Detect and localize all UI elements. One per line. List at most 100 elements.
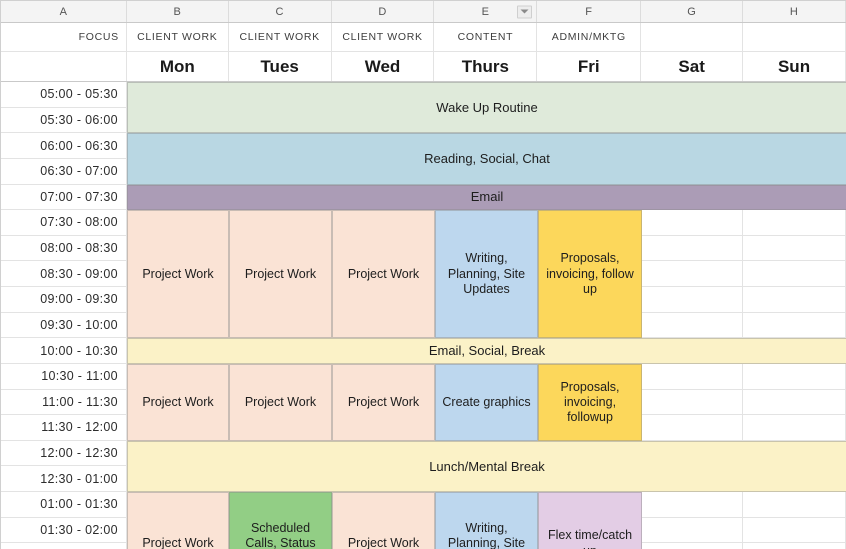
time-cell-a[interactable]: 01:30 - 02:00 [1, 517, 127, 543]
focus-cell-g[interactable] [641, 23, 744, 51]
time-cell-h[interactable] [743, 312, 846, 338]
schedule-block-email-social-break[interactable]: Email, Social, Break [127, 338, 846, 365]
day-cell-d[interactable]: Wed [332, 52, 435, 81]
column-header-e[interactable]: E [434, 1, 538, 22]
time-cell-text: 11:00 - 11:30 [42, 394, 118, 409]
time-cell-text: 07:00 - 07:30 [40, 189, 118, 204]
day-cell-c[interactable]: Tues [229, 52, 332, 81]
focus-cell-b[interactable]: CLIENT WORK [127, 23, 229, 51]
day-cell-g[interactable]: Sat [641, 52, 744, 81]
time-cell-g[interactable] [641, 492, 744, 517]
schedule-block-mon-project-am[interactable]: Project Work [127, 210, 229, 339]
schedule-block-fri-proposals-am[interactable]: Proposals, invoicing, follow up [538, 210, 642, 339]
day-cell-h[interactable]: Sun [743, 52, 846, 81]
focus-label-row: FOCUS CLIENT WORK CLIENT WORK CLIENT WORK CO… [1, 23, 846, 52]
time-cell-a[interactable]: 07:00 - 07:30 [1, 184, 127, 210]
schedule-block-label: Proposals, invoicing, follow up [546, 251, 634, 296]
time-cell-a[interactable]: 12:00 - 12:30 [1, 440, 127, 466]
schedule-block-thurs-writing-am[interactable]: Writing, Planning, Site Updates [435, 210, 538, 339]
schedule-block-wed-project-mid[interactable]: Project Work [332, 364, 435, 441]
time-cell-g[interactable] [641, 261, 744, 286]
schedule-block-label: Project Work [142, 535, 214, 549]
schedule-block-email[interactable]: Email [127, 184, 846, 211]
column-header-label: C [275, 5, 284, 18]
focus-cell-text: FOCUS [78, 31, 119, 43]
time-cell-h[interactable] [743, 235, 846, 261]
day-cell-text: Fri [577, 56, 600, 76]
time-cell-g[interactable] [641, 517, 744, 543]
time-cell-h[interactable] [743, 210, 846, 235]
time-cell-text: 08:30 - 09:00 [40, 266, 118, 281]
schedule-block-lunch-mental-break[interactable]: Lunch/Mental Break [127, 440, 846, 493]
focus-cell-a[interactable]: FOCUS [1, 23, 127, 51]
focus-cell-d[interactable]: CLIENT WORK [332, 23, 435, 51]
schedule-block-tues-scheduled-calls[interactable]: Scheduled Calls, Status Updates [229, 492, 332, 549]
time-cell-g[interactable] [641, 415, 744, 440]
day-cell-e[interactable]: Thurs [434, 52, 538, 81]
schedule-block-mon-project-pm[interactable]: Project Work [127, 492, 229, 549]
time-cell-g[interactable] [641, 543, 744, 549]
time-cell-a[interactable]: 05:30 - 06:00 [1, 107, 127, 133]
time-cell-a[interactable]: 11:00 - 11:30 [1, 389, 127, 415]
time-cell-a[interactable]: 08:00 - 08:30 [1, 235, 127, 261]
time-cell-g[interactable] [641, 389, 744, 415]
column-header-f[interactable]: F [537, 1, 642, 22]
schedule-block-label: Writing, Planning, Site Updates [447, 251, 526, 296]
time-cell-a[interactable]: 09:00 - 09:30 [1, 287, 127, 312]
time-cell-a[interactable]: 12:30 - 01:00 [1, 466, 127, 491]
time-cell-h[interactable] [743, 287, 846, 312]
time-cell-g[interactable] [641, 210, 744, 235]
schedule-block-fri-flex-time[interactable]: Flex time/catch up [538, 492, 642, 549]
schedule-block-tues-project-am[interactable]: Project Work [229, 210, 332, 339]
column-header-g[interactable]: G [641, 1, 744, 22]
time-cell-g[interactable] [641, 287, 744, 312]
time-cell-a[interactable]: 02:00 - 02:30 [1, 543, 127, 549]
schedule-block-reading-social-chat[interactable]: Reading, Social, Chat [127, 133, 846, 185]
time-cell-a[interactable]: 09:30 - 10:00 [1, 312, 127, 338]
schedule-block-label: Project Work [244, 266, 317, 281]
column-header-h[interactable]: H [743, 1, 846, 22]
schedule-block-tues-project-mid[interactable]: Project Work [229, 364, 332, 441]
time-cell-a[interactable]: 10:30 - 11:00 [1, 363, 127, 389]
time-cell-h[interactable] [743, 492, 846, 517]
time-cell-h[interactable] [743, 517, 846, 543]
focus-cell-c[interactable]: CLIENT WORK [229, 23, 332, 51]
time-cell-g[interactable] [641, 312, 744, 338]
time-cell-a[interactable]: 01:00 - 01:30 [1, 492, 127, 517]
time-cell-a[interactable]: 06:30 - 07:00 [1, 158, 127, 184]
time-cell-h[interactable] [743, 415, 846, 440]
column-header-b[interactable]: B [126, 1, 229, 22]
focus-cell-e[interactable]: CONTENT [434, 23, 538, 51]
schedule-block-fri-proposals-mid[interactable]: Proposals, invoicing, followup [538, 364, 642, 441]
time-cell-a[interactable]: 08:30 - 09:00 [1, 261, 127, 286]
column-header-c[interactable]: C [228, 1, 332, 22]
day-cell-b[interactable]: Mon [127, 52, 229, 81]
schedule-block-thurs-writing-pm[interactable]: Writing, Planning, Site Updates [435, 492, 538, 549]
column-header-d[interactable]: D [331, 1, 435, 22]
time-cell-g[interactable] [641, 235, 744, 261]
time-cell-h[interactable] [743, 261, 846, 286]
schedule-block-wed-project-pm[interactable]: Project Work [332, 492, 435, 549]
focus-cell-f[interactable]: ADMIN/MKTG [537, 23, 642, 51]
time-cell-a[interactable]: 07:30 - 08:00 [1, 210, 127, 235]
schedule-block-wake-up-routine[interactable]: Wake Up Routine [127, 82, 846, 134]
time-cell-text: 01:30 - 02:00 [40, 522, 118, 537]
time-cell-a[interactable]: 11:30 - 12:00 [1, 415, 127, 440]
column-header-label: F [585, 5, 593, 18]
schedule-block-mon-project-mid[interactable]: Project Work [127, 364, 229, 441]
time-cell-a[interactable]: 10:00 - 10:30 [1, 338, 127, 363]
column-header-a[interactable]: A [1, 1, 127, 22]
time-cell-h[interactable] [743, 363, 846, 389]
time-cell-h[interactable] [743, 543, 846, 549]
schedule-block-wed-project-am[interactable]: Project Work [332, 210, 435, 339]
time-cell-a[interactable]: 06:00 - 06:30 [1, 133, 127, 158]
time-cell-g[interactable] [641, 363, 744, 389]
day-cell-f[interactable]: Fri [537, 52, 642, 81]
schedule-block-thurs-create-graphics[interactable]: Create graphics [435, 364, 538, 441]
time-cell-h[interactable] [743, 389, 846, 415]
focus-cell-h[interactable] [743, 23, 846, 51]
chevron-down-icon[interactable] [517, 5, 533, 18]
schedule-block-label: Writing, Planning, Site Updates [447, 520, 526, 549]
day-cell-a[interactable] [1, 52, 127, 81]
time-cell-a[interactable]: 05:00 - 05:30 [1, 82, 127, 107]
